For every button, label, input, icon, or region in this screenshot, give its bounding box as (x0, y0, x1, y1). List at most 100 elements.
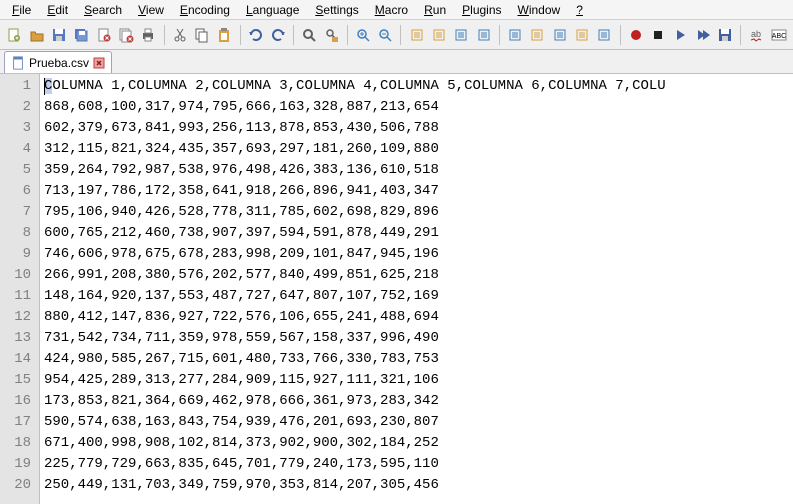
menu-item-edit[interactable]: Edit (39, 1, 76, 19)
text-line: 148,164,920,137,553,487,727,647,807,107,… (44, 286, 789, 307)
find-icon[interactable] (299, 24, 319, 46)
toolbar-separator (740, 25, 741, 45)
text-line: 312,115,821,324,435,357,693,297,181,260,… (44, 139, 789, 160)
tab-close-icon[interactable] (93, 57, 105, 69)
file-icon (11, 56, 25, 70)
line-number: 3 (4, 118, 31, 139)
toolbar: ab ABC (0, 20, 793, 50)
toolbar-separator (293, 25, 294, 45)
editor-area: 1234567891011121314151617181920 COLUMNA … (0, 74, 793, 504)
save-all-icon[interactable] (71, 24, 91, 46)
menu-item-file[interactable]: File (4, 1, 39, 19)
menu-item-macro[interactable]: Macro (367, 1, 416, 19)
stop-icon[interactable] (648, 24, 668, 46)
line-number: 10 (4, 265, 31, 286)
menu-item-plugins[interactable]: Plugins (454, 1, 509, 19)
fold-icon[interactable] (527, 24, 547, 46)
replace-icon[interactable] (321, 24, 341, 46)
new-file-icon[interactable] (4, 24, 24, 46)
paste-icon[interactable] (214, 24, 234, 46)
menu-item-view[interactable]: View (130, 1, 172, 19)
text-line: 173,853,821,364,669,462,978,666,361,973,… (44, 391, 789, 412)
print-icon[interactable] (138, 24, 158, 46)
record-icon[interactable] (625, 24, 645, 46)
abc-icon[interactable]: ABC (769, 24, 789, 46)
text-line: 250,449,131,703,349,759,970,353,814,207,… (44, 475, 789, 496)
tab-filename: Prueba.csv (29, 56, 89, 70)
play-icon[interactable] (670, 24, 690, 46)
menu-item-window[interactable]: Window (510, 1, 569, 19)
chars-icon[interactable] (473, 24, 493, 46)
zoom-out-icon[interactable] (375, 24, 395, 46)
menu-item-help[interactable]: ? (568, 1, 591, 19)
svg-text:ab: ab (751, 29, 761, 39)
menu-item-run[interactable]: Run (416, 1, 454, 19)
undo-icon[interactable] (245, 24, 265, 46)
menu-item-language[interactable]: Language (238, 1, 307, 19)
zoom-in-icon[interactable] (353, 24, 373, 46)
svg-text:ABC: ABC (771, 33, 785, 40)
text-line: 266,991,208,380,576,202,577,840,499,851,… (44, 265, 789, 286)
text-line: 600,765,212,460,738,907,397,594,591,878,… (44, 223, 789, 244)
line-number: 16 (4, 391, 31, 412)
line-number: 6 (4, 181, 31, 202)
text-caret (44, 78, 45, 95)
sync-h-icon[interactable] (429, 24, 449, 46)
line-number: 17 (4, 412, 31, 433)
line-number: 8 (4, 223, 31, 244)
text-line: 590,574,638,163,843,754,939,476,201,693,… (44, 412, 789, 433)
line-number: 9 (4, 244, 31, 265)
indent-icon[interactable] (505, 24, 525, 46)
line-number: 7 (4, 202, 31, 223)
line-number: 2 (4, 97, 31, 118)
toolbar-separator (240, 25, 241, 45)
line-number: 13 (4, 328, 31, 349)
close-all-icon[interactable] (116, 24, 136, 46)
line-number-gutter: 1234567891011121314151617181920 (0, 74, 40, 504)
text-line: 359,264,792,987,538,976,498,426,383,136,… (44, 160, 789, 181)
tab-bar: Prueba.csv (0, 50, 793, 74)
text-line: COLUMNA 1,COLUMNA 2,COLUMNA 3,COLUMNA 4,… (44, 76, 789, 97)
text-line: 225,779,729,663,835,645,701,779,240,173,… (44, 454, 789, 475)
text-content[interactable]: COLUMNA 1,COLUMNA 2,COLUMNA 3,COLUMNA 4,… (40, 74, 793, 504)
toolbar-separator (620, 25, 621, 45)
text-line: 795,106,940,426,528,778,311,785,602,698,… (44, 202, 789, 223)
cut-icon[interactable] (169, 24, 189, 46)
line-number: 14 (4, 349, 31, 370)
line-number: 18 (4, 433, 31, 454)
sync-v-icon[interactable] (406, 24, 426, 46)
menu-item-search[interactable]: Search (76, 1, 130, 19)
menu-item-encoding[interactable]: Encoding (172, 1, 238, 19)
wrap-icon[interactable] (451, 24, 471, 46)
funclist-icon[interactable] (594, 24, 614, 46)
text-line: 671,400,998,908,102,814,373,902,900,302,… (44, 433, 789, 454)
savemacroicon[interactable] (715, 24, 735, 46)
redo-icon[interactable] (268, 24, 288, 46)
save-icon[interactable] (49, 24, 69, 46)
text-line: 602,379,673,841,993,256,113,878,853,430,… (44, 118, 789, 139)
file-tab[interactable]: Prueba.csv (4, 51, 112, 73)
line-number: 4 (4, 139, 31, 160)
copy-icon[interactable] (192, 24, 212, 46)
menu-bar: FileEditSearchViewEncodingLanguageSettin… (0, 0, 793, 20)
spell-icon[interactable]: ab (746, 24, 766, 46)
text-line: 731,542,734,711,359,978,559,567,158,337,… (44, 328, 789, 349)
docmap-icon[interactable] (572, 24, 592, 46)
line-number: 12 (4, 307, 31, 328)
playmulti-icon[interactable] (693, 24, 713, 46)
line-number: 11 (4, 286, 31, 307)
toolbar-separator (499, 25, 500, 45)
text-line: 880,412,147,836,927,722,576,106,655,241,… (44, 307, 789, 328)
line-number: 5 (4, 160, 31, 181)
text-line: 746,606,978,675,678,283,998,209,101,847,… (44, 244, 789, 265)
open-file-icon[interactable] (26, 24, 46, 46)
close-icon[interactable] (93, 24, 113, 46)
toolbar-separator (164, 25, 165, 45)
line-number: 1 (4, 76, 31, 97)
userlang-icon[interactable] (549, 24, 569, 46)
menu-item-settings[interactable]: Settings (307, 1, 366, 19)
line-number: 19 (4, 454, 31, 475)
toolbar-separator (347, 25, 348, 45)
text-line: 868,608,100,317,974,795,666,163,328,887,… (44, 97, 789, 118)
line-number: 20 (4, 475, 31, 496)
